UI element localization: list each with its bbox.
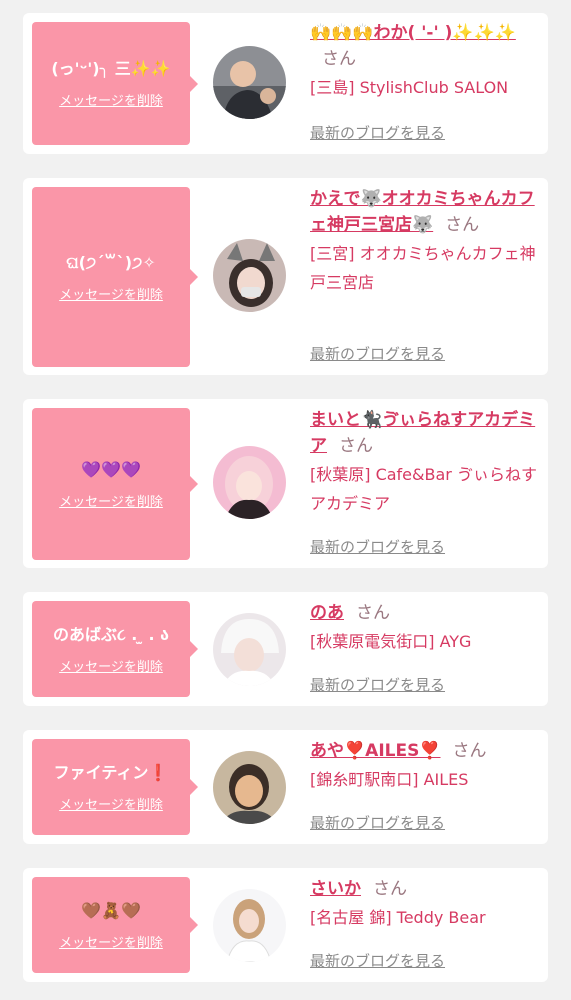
delete-message-link[interactable]: メッセージを削除	[59, 656, 163, 675]
message-text: 💜💜💜	[81, 459, 141, 479]
cast-name-link[interactable]: かえで🐺オオカミちゃんカフェ神戸三宮店🐺	[310, 189, 535, 235]
delete-message-link[interactable]: メッセージを削除	[59, 90, 163, 109]
cast-name-link[interactable]: 🙌🙌🙌わか( '-' )✨✨✨	[310, 23, 516, 43]
message-text: (っ'ᵕ')╮ 三✨✨	[51, 59, 171, 78]
favorite-card: ファイティン❗️ メッセージを削除 あや❣️AILES❣️ さん [錦糸町駅南口]…	[23, 730, 548, 844]
shop-name: [秋葉原] Cafe&Bar ゔぃらねすアカデミア	[310, 465, 537, 513]
honorific: さん	[356, 603, 390, 623]
shop-name: [名古屋 錦] Teddy Bear	[310, 908, 486, 927]
latest-blog-link[interactable]: 最新のブログを見る	[310, 343, 445, 364]
delete-message-link[interactable]: メッセージを削除	[59, 284, 163, 303]
avatar[interactable]	[213, 46, 286, 119]
cast-name-link[interactable]: あや❣️AILES❣️	[310, 741, 441, 761]
message-bubble: のあばぶ૮ . ̫ . ა メッセージを削除	[32, 601, 198, 697]
message-bubble: (っ'ᵕ')╮ 三✨✨ メッセージを削除	[32, 22, 198, 145]
message-bubble: 🤎🧸🤎 メッセージを削除	[32, 877, 198, 973]
delete-message-link[interactable]: メッセージを削除	[59, 491, 163, 510]
honorific: さん	[322, 49, 356, 69]
avatar[interactable]	[213, 613, 286, 686]
message-bubble: ファイティン❗️ メッセージを削除	[32, 739, 198, 835]
favorite-card: 💜💜💜 メッセージを削除 まいと🐈‍⬛ゔぃらねすアカデミア さん [秋葉原] Ca…	[23, 399, 548, 568]
favorite-card: 🤎🧸🤎 メッセージを削除 さいか さん [名古屋 錦] Teddy Bear 最新…	[23, 868, 548, 982]
message-text: のあばぶ૮ . ̫ . ა	[52, 624, 170, 644]
message-bubble: ଘ(੭ˊ꒳ˋ)੭✧ メッセージを削除	[32, 187, 198, 367]
latest-blog-link[interactable]: 最新のブログを見る	[310, 674, 445, 695]
shop-name: [錦糸町駅南口] AILES	[310, 770, 469, 789]
honorific: さん	[339, 436, 373, 456]
avatar[interactable]	[213, 239, 286, 312]
message-bubble: 💜💜💜 メッセージを削除	[32, 408, 198, 560]
honorific: さん	[445, 215, 480, 235]
delete-message-link[interactable]: メッセージを削除	[59, 932, 163, 951]
shop-name: [三宮] オオカミちゃんカフェ神戸三宮店	[310, 244, 536, 292]
latest-blog-link[interactable]: 最新のブログを見る	[310, 950, 445, 971]
latest-blog-link[interactable]: 最新のブログを見る	[310, 812, 445, 833]
favorite-card: のあばぶ૮ . ̫ . ა メッセージを削除 のあ さん [秋葉原電気街口] AY…	[23, 592, 548, 706]
cast-name-link[interactable]: のあ	[310, 603, 344, 623]
avatar[interactable]	[213, 446, 286, 519]
cast-name-link[interactable]: さいか	[310, 879, 361, 899]
honorific: さん	[452, 741, 487, 761]
avatar[interactable]	[213, 751, 286, 824]
avatar[interactable]	[213, 889, 286, 962]
latest-blog-link[interactable]: 最新のブログを見る	[310, 122, 445, 143]
delete-message-link[interactable]: メッセージを削除	[59, 794, 163, 813]
favorite-card: (っ'ᵕ')╮ 三✨✨ メッセージを削除 🙌🙌🙌わか( '-' )✨✨✨ さん […	[23, 13, 548, 154]
latest-blog-link[interactable]: 最新のブログを見る	[310, 536, 445, 557]
message-text: ଘ(੭ˊ꒳ˋ)੭✧	[66, 252, 156, 272]
honorific: さん	[373, 879, 407, 899]
favorite-card: ଘ(੭ˊ꒳ˋ)੭✧ メッセージを削除 かえで🐺オオカミちゃんカフェ神戸三宮店🐺 さ…	[23, 178, 548, 375]
message-text: 🤎🧸🤎	[81, 900, 141, 920]
shop-name: [秋葉原電気街口] AYG	[310, 632, 472, 651]
shop-name: [三島] StylishClub SALON	[310, 78, 509, 97]
message-text: ファイティン❗️	[53, 762, 169, 782]
favorite-cast-list: (っ'ᵕ')╮ 三✨✨ メッセージを削除 🙌🙌🙌わか( '-' )✨✨✨ さん […	[0, 0, 571, 1000]
